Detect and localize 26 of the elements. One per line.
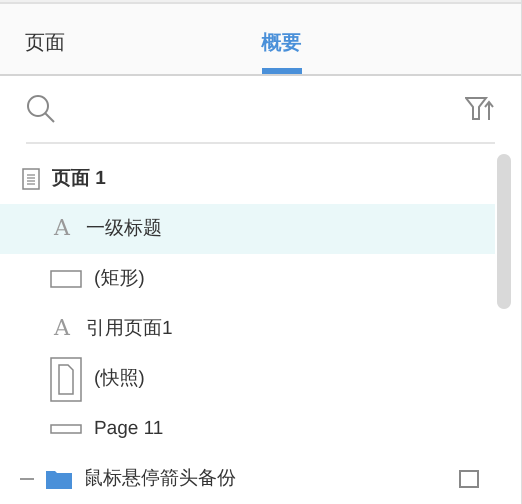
item-label: 鼠标悬停箭头备份 — [84, 466, 236, 491]
folder-icon — [46, 469, 72, 489]
outline-item[interactable]: A 一级标题 — [0, 204, 495, 254]
item-label: 页面 1 — [52, 166, 106, 191]
outline-item[interactable]: (快照) — [0, 354, 495, 404]
scrollbar[interactable] — [497, 154, 511, 309]
item-label: 引用页面1 — [86, 316, 173, 341]
item-label: (矩形) — [94, 266, 145, 291]
text-icon: A — [50, 218, 74, 240]
rectangle-icon — [50, 270, 82, 288]
tab[interactable]: 页面 — [25, 20, 65, 74]
page-icon — [22, 168, 40, 190]
placeholder-icon — [50, 424, 82, 434]
outline-item[interactable]: (矩形) — [0, 254, 495, 304]
outline-item[interactable]: A 引用页面1 — [0, 304, 495, 354]
item-label: 一级标题 — [86, 216, 162, 241]
item-label: (快照) — [94, 366, 145, 391]
outline-item[interactable]: 页面 1 — [0, 154, 495, 204]
search-icon[interactable] — [26, 94, 56, 124]
outline-item[interactable]: Page 11 — [0, 404, 495, 454]
snapshot-icon — [50, 356, 82, 402]
filter-icon[interactable] — [465, 97, 495, 121]
outline-item[interactable]: 鼠标悬停箭头备份 — [0, 454, 495, 504]
item-label: Page 11 — [94, 416, 164, 441]
text-icon: A — [50, 318, 74, 340]
collapse-icon[interactable] — [20, 477, 34, 481]
